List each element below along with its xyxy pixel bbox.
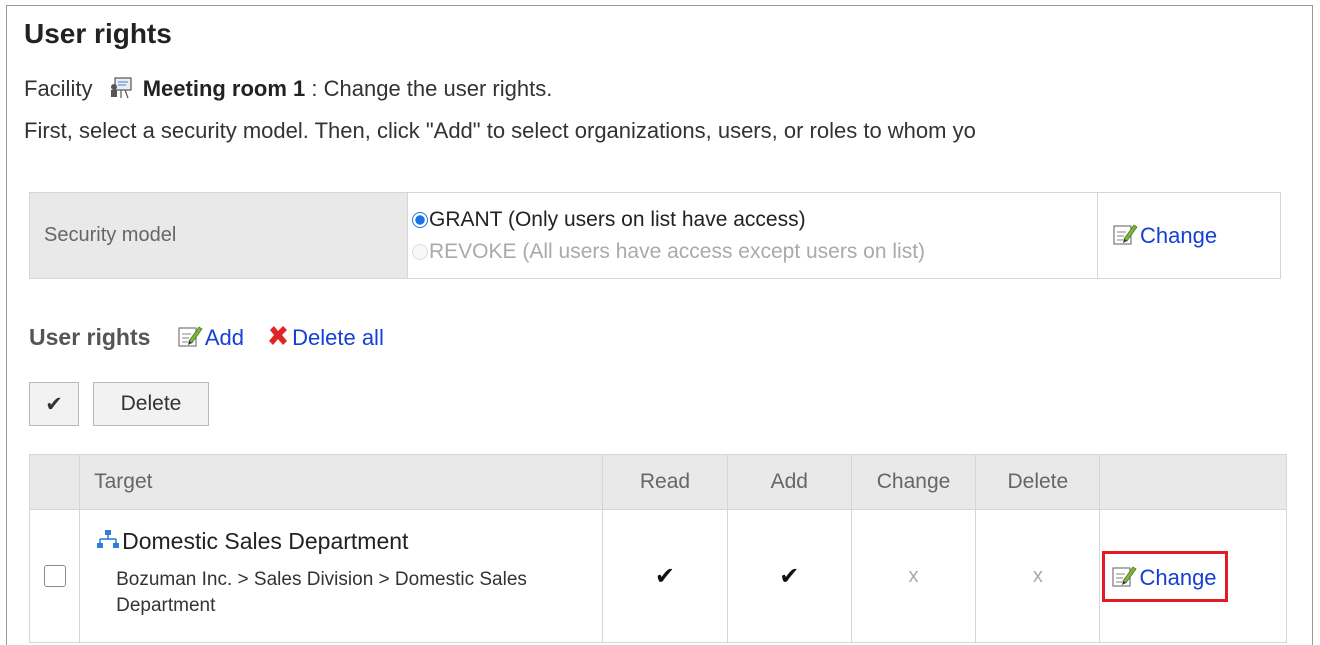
row-change-label: Change [1139, 564, 1217, 590]
security-model-change-label: Change [1140, 223, 1218, 248]
perm-add: ✔ [726, 509, 852, 643]
meeting-room-icon [110, 77, 132, 99]
page-title: User rights [24, 18, 172, 49]
highlight-box: Change [1102, 550, 1228, 602]
user-rights-toolbar: User rights Add Delete all [29, 324, 384, 351]
perm-change: x [850, 509, 977, 643]
header-target: Target [79, 454, 604, 510]
target-cell: Domestic Sales Department Bozuman Inc. >… [79, 509, 604, 643]
facility-name: Meeting room 1 [142, 76, 306, 101]
target-name: Domestic Sales Department [122, 528, 409, 554]
target-name-line: Domestic Sales Department [96, 528, 602, 555]
header-change: Change [850, 454, 977, 510]
facility-line: Facility Meeting room 1 : Change the use… [24, 76, 552, 102]
perm-delete: x [975, 509, 1101, 643]
target-path: Bozuman Inc. > Sales Division > Domestic… [116, 569, 527, 616]
header-add: Add [726, 454, 852, 510]
add-label: Add [204, 325, 244, 350]
select-all-button[interactable]: ✔ [29, 382, 79, 426]
header-action-cell [1099, 454, 1287, 510]
grant-option-label: GRANT (Only users on list have access) [429, 207, 806, 231]
add-link[interactable]: Add [177, 325, 250, 350]
header-read: Read [602, 454, 728, 510]
edit-icon [178, 326, 203, 347]
row-change-link[interactable]: Change [1111, 564, 1217, 590]
revoke-option-label: REVOKE (All users have access except use… [429, 239, 926, 263]
table-header-row: Target Read Add Change Delete [28, 454, 1287, 510]
facility-prefix: Facility [24, 76, 93, 101]
delete-x-icon [269, 326, 288, 345]
delete-all-link[interactable]: Delete all [250, 325, 384, 350]
delete-button[interactable]: Delete [93, 382, 209, 426]
user-rights-label: User rights [29, 324, 151, 350]
user-rights-panel: User rights Facility Meeting room 1 : Ch… [6, 5, 1313, 645]
user-rights-table: Target Read Add Change Delete Domestic S… [28, 454, 1287, 643]
security-model-label: Security model [29, 192, 408, 279]
header-delete: Delete [975, 454, 1101, 510]
security-model-options: GRANT (Only users on list have access) R… [407, 192, 1098, 279]
edit-icon [1112, 565, 1138, 587]
revoke-option: REVOKE (All users have access except use… [412, 236, 1097, 268]
security-model-action-cell: Change [1097, 192, 1281, 279]
row-checkbox-cell [28, 509, 81, 643]
organization-icon [97, 530, 120, 548]
delete-all-label: Delete all [292, 325, 384, 350]
grant-option: GRANT (Only users on list have access) [412, 204, 1097, 236]
security-model-change-link[interactable]: Change [1112, 223, 1217, 248]
row-checkbox[interactable] [43, 565, 66, 587]
grant-radio [412, 211, 428, 228]
perm-read: ✔ [602, 509, 728, 643]
header-checkbox-cell [28, 454, 81, 510]
revoke-radio [412, 243, 428, 260]
instructions-text: First, select a security model. Then, cl… [24, 118, 976, 143]
row-action-cell: Change [1099, 509, 1287, 643]
security-model-table: Security model GRANT (Only users on list… [29, 192, 1281, 279]
facility-suffix: : Change the user rights. [311, 76, 553, 101]
edit-icon [1113, 224, 1138, 245]
table-row: Domestic Sales Department Bozuman Inc. >… [28, 509, 1287, 643]
